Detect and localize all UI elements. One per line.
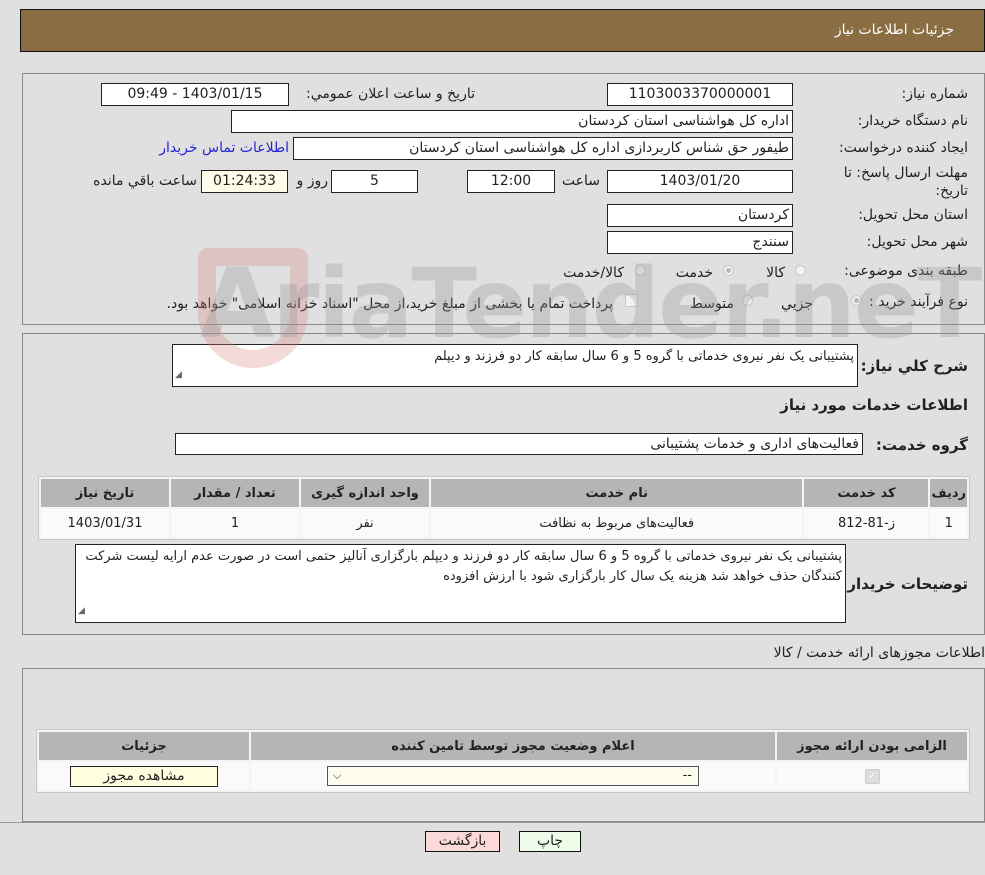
cell-service-code: ز-81-812 [804, 509, 929, 537]
col-permit-status: اعلام وضعیت مجوز توسط تامین کننده [251, 732, 775, 760]
buyer-notes-text: پشتیبانی یک نفر نیروی خدماتی با گروه 5 و… [85, 549, 842, 584]
services-section-title: اطلاعات خدمات مورد نیاز [780, 396, 968, 414]
process-type-label: نوع فرآیند خرید : [869, 294, 968, 310]
permits-table: الزامی بودن ارائه مجوز اعلام وضعیت مجوز … [36, 729, 970, 793]
need-number-field: 1103003370000001 [607, 83, 793, 106]
deadline-time-label: ساعت [561, 173, 600, 189]
service-group-field: فعالیت‌های اداری و خدمات پشتیبانی [175, 433, 863, 455]
deadline-time-field: 12:00 [467, 170, 555, 193]
col-quantity: تعداد / مقدار [171, 479, 299, 507]
category-option-service: خدمت [675, 265, 713, 281]
cell-row-number: 1 [930, 509, 967, 537]
permits-section-title: اطلاعات مجوزهای ارائه خدمت / کالا [773, 645, 985, 661]
print-button[interactable]: چاپ [519, 831, 581, 852]
announce-date-label: تاریخ و ساعت اعلان عمومي: [306, 86, 475, 102]
permits-table-header: الزامی بودن ارائه مجوز اعلام وضعیت مجوز … [39, 732, 967, 760]
days-remaining-field: 5 [331, 170, 418, 193]
province-label: استان محل تحویل: [858, 207, 968, 223]
deadline-date-field: 1403/01/20 [607, 170, 793, 193]
category-option-goods: کالا [766, 265, 785, 281]
buyer-org-field: اداره کل هواشناسی استان کردستان [231, 110, 793, 133]
category-label: طبقه بندی موضوعی: [844, 263, 968, 279]
buyer-org-label: نام دستگاه خریدار: [857, 113, 968, 129]
col-unit: واحد اندازه گیری [301, 479, 429, 507]
cell-permit-status: -- ⌵ [251, 762, 775, 790]
cell-need-date: 1403/01/31 [41, 509, 169, 537]
buyer-notes-textarea[interactable]: پشتیبانی یک نفر نیروی خدماتی با گروه 5 و… [75, 544, 846, 623]
cell-details: مشاهده مجوز [39, 762, 249, 790]
announce-date-field: 1403/01/15 - 09:49 [101, 83, 289, 106]
category-radio-goods-service[interactable] [635, 265, 646, 276]
treasury-checkbox[interactable] [625, 294, 638, 307]
creator-label: ایجاد کننده درخواست: [839, 140, 968, 156]
table-row: 1 ز-81-812 فعالیت‌های مربوط به نظافت نفر… [41, 509, 967, 537]
need-number-label: شماره نیاز: [901, 86, 969, 102]
services-table: ردیف کد خدمت نام خدمت واحد اندازه گیری ت… [38, 476, 970, 540]
cell-service-name: فعالیت‌های مربوط به نظافت [431, 509, 803, 537]
category-radio-goods[interactable] [795, 265, 806, 276]
time-remaining-label: ساعت باقي مانده [93, 173, 197, 189]
service-group-label: گروه خدمت: [875, 436, 968, 454]
description-label: شرح کلي نیاز: [860, 357, 968, 375]
cell-permit-required: ✓ [777, 762, 967, 790]
description-text: پشتیبانی یک نفر نیروی خدماتی با گروه 5 و… [434, 349, 854, 364]
process-option-medium: متوسط [690, 296, 734, 312]
description-textarea[interactable]: پشتیبانی یک نفر نیروی خدماتی با گروه 5 و… [172, 344, 858, 387]
chevron-down-icon: ⌵ [333, 769, 342, 782]
treasury-note: پرداخت تمام یا بخشی از مبلغ خرید،از محل … [166, 296, 613, 312]
col-service-name: نام خدمت [431, 479, 803, 507]
cell-unit: نفر [301, 509, 429, 537]
back-button[interactable]: بازگشت [425, 831, 500, 852]
creator-field: طیفور حق شناس کاربردازی اداره کل هواشناس… [293, 137, 793, 160]
days-label: روز و [296, 173, 329, 189]
permit-status-select[interactable]: -- ⌵ [327, 766, 699, 786]
page-title: جزئیات اطلاعات نیاز [834, 22, 954, 38]
deadline-label: مهلت ارسال پاسخ: تا تاریخ: [843, 165, 968, 199]
col-need-date: تاریخ نیاز [41, 479, 169, 507]
col-permit-required: الزامی بودن ارائه مجوز [777, 732, 967, 760]
process-option-minor: جزيي [781, 296, 813, 312]
page-header: جزئیات اطلاعات نیاز [20, 9, 985, 52]
table-row: ✓ -- ⌵ مشاهده مجوز [39, 762, 967, 790]
buyer-contact-link[interactable]: اطلاعات تماس خریدار [159, 140, 289, 156]
process-radio-medium[interactable] [742, 295, 753, 306]
time-remaining-field: 01:24:33 [201, 170, 288, 193]
col-row-number: ردیف [930, 479, 967, 507]
category-option-goods-service: کالا/خدمت [563, 265, 624, 281]
category-radio-service[interactable] [723, 265, 734, 276]
col-details: جزئیات [39, 732, 249, 760]
process-radio-minor[interactable] [851, 295, 862, 306]
city-field: سنندج [607, 231, 793, 254]
cell-quantity: 1 [171, 509, 299, 537]
city-label: شهر محل تحویل: [866, 234, 968, 250]
province-field: کردستان [607, 204, 793, 227]
permit-required-checkbox[interactable]: ✓ [864, 769, 880, 784]
col-service-code: کد خدمت [804, 479, 929, 507]
view-permit-button[interactable]: مشاهده مجوز [70, 765, 218, 787]
services-table-header: ردیف کد خدمت نام خدمت واحد اندازه گیری ت… [41, 479, 967, 507]
resize-grip-icon[interactable]: ◢ [175, 365, 182, 385]
footer-divider [0, 822, 985, 823]
permit-status-value: -- [682, 768, 692, 783]
buyer-notes-label: توضیحات خریدار: [841, 575, 968, 593]
resize-grip-icon[interactable]: ◢ [78, 601, 85, 621]
